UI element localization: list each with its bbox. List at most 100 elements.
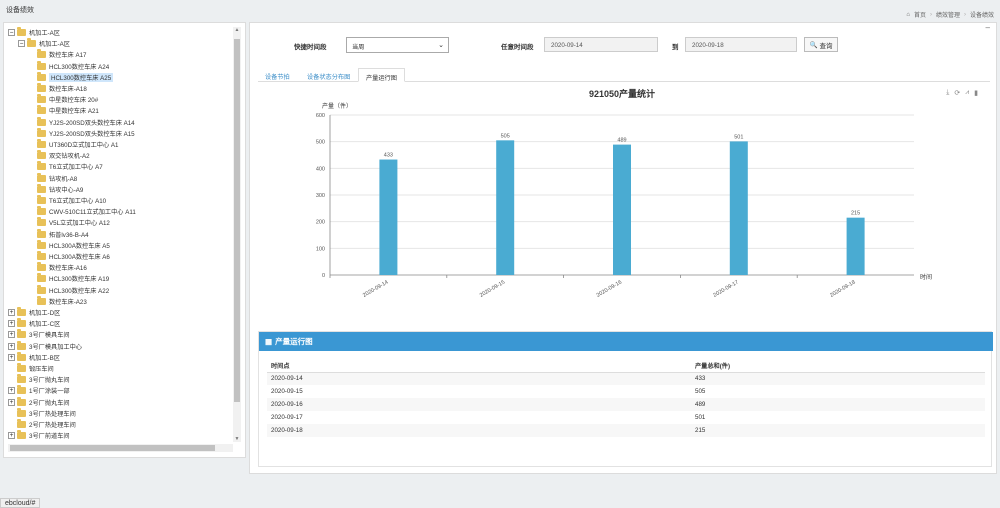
tree-node[interactable]: HCL300数控车床 A19 (28, 273, 109, 284)
tree-node-label: 3号厂模具加工中心 (29, 343, 82, 351)
tree-node[interactable]: 中星数控车床 20# (28, 94, 98, 105)
tree-node-label: HCL300A数控车床 A6 (49, 254, 110, 261)
breadcrumb-home[interactable]: 首页 (914, 10, 926, 19)
tree-node[interactable]: − 机加工-A区 (8, 27, 60, 38)
tab-output-chart[interactable]: 产量运行图 (358, 68, 405, 82)
query-button-label: 查询 (819, 42, 833, 50)
cell-time: 2020-09-17 (271, 414, 303, 421)
tree-node-label: YJ2S-200SD双头数控车床 A14 (49, 119, 135, 127)
bar-value-label: 505 (501, 133, 510, 139)
download-icon[interactable]: ⤓ (946, 89, 949, 97)
expand-icon[interactable]: + (8, 432, 15, 440)
tree-node[interactable]: + 机加工-B区 (8, 351, 60, 363)
tree-node-label: 数控车床-A18 (49, 86, 87, 93)
bar-chart-icon[interactable]: ▮ (974, 89, 978, 97)
tree-node[interactable]: YJ2S-200SD双头数控车床 A14 (28, 116, 135, 128)
minimize-icon[interactable]: – (986, 23, 990, 32)
cell-output: 215 (691, 424, 985, 437)
panel-title: 产量运行图 (275, 337, 313, 346)
tab-bar: 设备节拍 设备状态分布图 产量运行图 (258, 68, 990, 82)
expand-icon[interactable]: + (8, 353, 15, 361)
line-chart-icon[interactable]: ⩘ (965, 89, 969, 97)
tree-node-label: 双交钻攻机-A2 (49, 153, 90, 161)
tree-horizontal-scrollbar[interactable] (8, 444, 233, 452)
start-date-input[interactable]: 2020-09-14 (544, 37, 658, 52)
tab-status-distribution[interactable]: 设备状态分布图 (300, 68, 357, 82)
tree-node-label: HCL300数控车床 A24 (49, 63, 110, 71)
tree-node[interactable]: V5L立式加工中心 A12 (28, 217, 110, 228)
tree-node[interactable]: +3号厂模具车间 (8, 329, 70, 340)
breadcrumb-level1[interactable]: 绩效管理 (936, 10, 960, 19)
y-tick-label: 0 (322, 273, 325, 279)
tree-node[interactable]: HCL300A数控车床 A6 (28, 251, 110, 262)
tree-node[interactable]: 3号厂抛丸车间 (8, 374, 70, 385)
expand-icon[interactable]: + (8, 309, 15, 316)
tree-node[interactable]: 数控车床-A23 (28, 295, 87, 307)
expand-icon[interactable]: + (8, 387, 15, 395)
collapse-icon[interactable]: − (8, 29, 15, 36)
tree-node[interactable]: 锻压车间 (8, 363, 54, 374)
tree-node[interactable]: + 机加工-D区 (8, 307, 60, 318)
expand-icon[interactable]: + (8, 342, 15, 350)
scroll-up-arrow-icon[interactable]: ▲ (234, 27, 240, 33)
tree-vertical-scrollbar[interactable]: ▲ ▼ (233, 27, 241, 442)
tree-node[interactable]: T6立式加工中心 A10 (28, 195, 106, 206)
chart-toolbox: ⤓ ⟳ ⩘ ▮ (946, 89, 978, 97)
y-tick-label: 300 (316, 193, 325, 199)
tree-node[interactable]: + 机加工-C区 (8, 318, 60, 329)
tree-node[interactable]: CWV-510C11立式加工中心 A11 (28, 206, 136, 217)
y-axis-label: 产量（件） (322, 102, 352, 110)
tree-node[interactable]: +2号厂抛丸车间 (8, 396, 70, 408)
home-icon[interactable]: ⌂ (906, 12, 910, 18)
collapse-icon[interactable]: − (18, 40, 25, 48)
tree-node-label: 钻攻机-A8 (49, 175, 78, 183)
tree-node[interactable]: 拓普lv36-B-A4 (28, 228, 89, 240)
quick-range-select[interactable]: 当周 ⌄ (346, 37, 449, 53)
tree-node[interactable]: 3号厂热处理车间 (8, 407, 76, 419)
expand-icon[interactable]: + (8, 398, 15, 406)
query-button[interactable]: 🔍 查询 (804, 37, 838, 52)
tree-node[interactable]: HCL300数控车床 A24 (28, 60, 110, 72)
tree-node[interactable]: +1号厂涂装一部 (8, 385, 70, 396)
x-tick-label: 2020-09-16 (596, 280, 623, 299)
x-tick-label: 2020-09-14 (362, 280, 389, 299)
tree-node[interactable]: HCL300数控车床 A25 (28, 71, 114, 83)
tree-node[interactable]: T6立式加工中心 A7 (28, 161, 103, 172)
tree-node[interactable]: 2号厂热处理车间 (8, 419, 76, 430)
tree-node-label: 机加工-A区 (29, 30, 60, 37)
bar-value-label: 501 (734, 134, 743, 140)
tree-node[interactable]: YJ2S-200SD双头数控车床 A15 (28, 127, 135, 139)
tree-node[interactable]: 双交钻攻机-A2 (28, 150, 90, 161)
tree-node[interactable]: HCL300数控车床 A22 (28, 284, 109, 296)
tree-node[interactable]: 中星数控车床 A21 (28, 105, 99, 116)
tree-node[interactable]: 钻攻中心-A9 (28, 183, 83, 195)
top-bar: 设备绩效 ⌂ 首页 › 绩效管理 › 设备绩效 (0, 0, 1000, 21)
tree-node[interactable]: 钻攻机-A8 (28, 172, 78, 184)
tree-node[interactable]: +3号厂前道车间 (8, 430, 70, 441)
folder-icon (37, 139, 46, 148)
tree-node[interactable]: 数控车床-A18 (28, 83, 87, 94)
tree-node[interactable]: 数控车床-A16 (28, 262, 87, 273)
tree-node[interactable]: HCL300A数控车床 A5 (28, 239, 110, 251)
tree-node-label: 机加工-D区 (29, 310, 61, 317)
tree-scroll-thumb[interactable] (234, 39, 240, 402)
tree-node[interactable]: − 机加工-A区 (18, 38, 70, 49)
end-date-input[interactable]: 2020-09-18 (685, 37, 797, 52)
scroll-down-arrow-icon[interactable]: ▼ (234, 436, 240, 442)
tree-node[interactable]: 数控车床 A17 (28, 49, 86, 60)
folder-icon (37, 183, 46, 193)
folder-icon (37, 284, 46, 294)
tab-device-takt[interactable]: 设备节拍 (258, 68, 297, 82)
chart-title: 921050产量统计 (589, 88, 655, 99)
x-axis-label: 时间 (920, 273, 932, 281)
tree-node[interactable]: UT360D立式加工中心 A1 (28, 139, 118, 150)
expand-icon[interactable]: + (8, 320, 15, 328)
folder-icon (17, 351, 26, 361)
folder-icon (37, 150, 46, 160)
table-row: 2020-09-16 489 (267, 398, 985, 411)
tree-node[interactable]: +3号厂模具加工中心 (8, 340, 82, 352)
refresh-icon[interactable]: ⟳ (954, 89, 960, 97)
tree-hscroll-thumb[interactable] (10, 445, 215, 451)
expand-icon[interactable]: + (8, 331, 15, 339)
folder-icon (37, 206, 46, 216)
